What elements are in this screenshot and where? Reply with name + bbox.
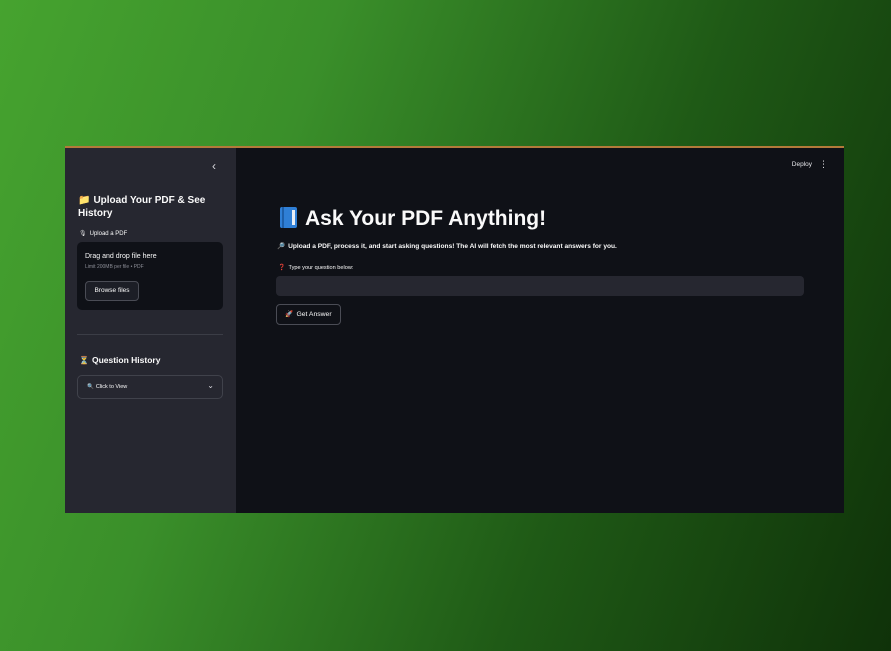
folder-icon: 📁 (78, 195, 91, 206)
rocket-icon: 🚀 (285, 311, 294, 318)
get-answer-label: Get Answer (296, 311, 332, 318)
file-dropzone[interactable]: Drag and drop file here Limit 200MB per … (77, 242, 223, 310)
intro-text: 🔎 Upload a PDF, process it, and start ask… (277, 242, 617, 251)
main-content: Deploy ⋮ Ask Your PDF Anything! 🔎 Upload … (236, 148, 844, 513)
browse-files-button[interactable]: Browse files (85, 281, 139, 301)
upload-label-text: Upload a PDF (89, 231, 128, 237)
question-history-text: Question History (91, 355, 161, 365)
main-menu-icon[interactable]: ⋮ (819, 159, 828, 169)
page-title: Ask Your PDF Anything! (280, 206, 546, 232)
sidebar-title: 📁 Upload Your PDF & See History (78, 195, 228, 220)
dropzone-title: Drag and drop file here (85, 253, 157, 260)
sidebar: ‹ 📁 Upload Your PDF & See History 🎙 Upload… (65, 148, 236, 513)
page-title-text: Ask Your PDF Anything! (305, 207, 547, 230)
streamlit-app-window: ‹ 📁 Upload Your PDF & See History 🎙 Upload… (65, 146, 844, 513)
hourglass-icon: ⏳ (79, 356, 89, 365)
question-history-title: ⏳ Question History (79, 355, 160, 366)
deploy-button[interactable]: Deploy (792, 160, 812, 169)
dropzone-limit: Limit 200MB per file • PDF (85, 264, 144, 270)
expander-label: 🔍 Click to View (87, 383, 127, 391)
expander-label-text: Click to View (95, 384, 128, 390)
chevron-down-icon: ⌄ (207, 381, 214, 390)
sidebar-divider (77, 334, 223, 335)
sidebar-title-text: Upload Your PDF & See History (78, 195, 206, 219)
question-history-expander[interactable]: 🔍 Click to View ⌄ (77, 375, 223, 399)
intro-text-content: Upload a PDF, process it, and start aski… (288, 243, 617, 250)
magnifier-icon: 🔍 (87, 384, 94, 390)
microphone-icon: 🎙 (79, 231, 87, 237)
question-label-text: Type your question below: (288, 265, 354, 271)
get-answer-button[interactable]: 🚀 Get Answer (276, 304, 341, 325)
question-mark-icon: ❓ (278, 265, 286, 271)
collapse-sidebar-button[interactable]: ‹ (207, 159, 221, 173)
upload-label: 🎙 Upload a PDF (79, 230, 127, 238)
question-label: ❓ Type your question below: (278, 264, 353, 272)
book-icon (280, 207, 297, 228)
question-input[interactable] (276, 276, 804, 296)
magnifier-icon: 🔎 (277, 243, 286, 250)
